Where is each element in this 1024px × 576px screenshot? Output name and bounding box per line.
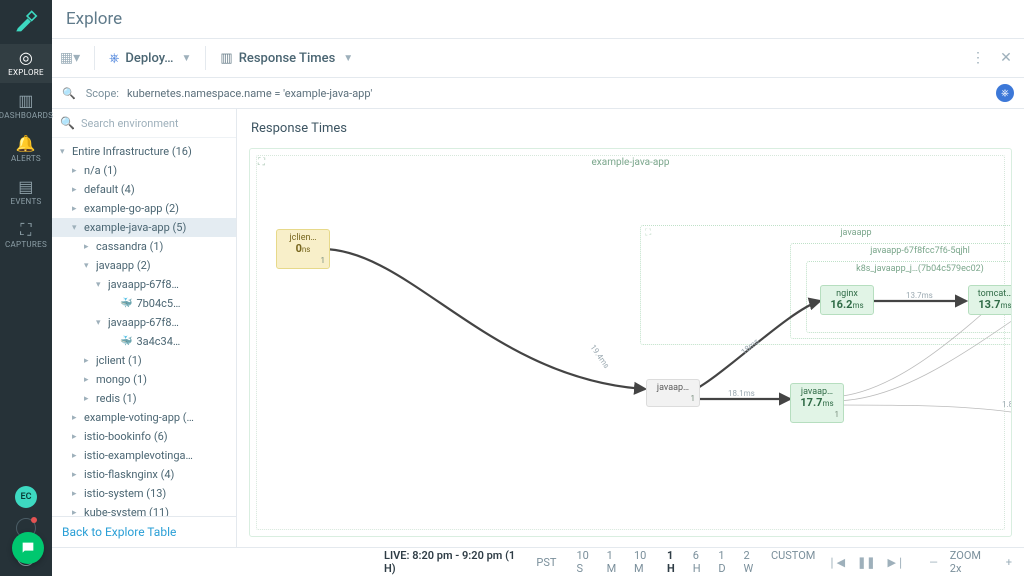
tree-row[interactable]: 🐳7b04c5… — [52, 294, 236, 313]
zoom-in-button[interactable]: + — [1006, 556, 1012, 569]
scope-tree: 🔍 Search environment ▾Entire Infrastruct… — [52, 109, 237, 547]
close-button[interactable]: ✕ — [996, 48, 1016, 68]
time-opt[interactable]: 1 M — [607, 549, 624, 575]
nav-dashboards[interactable]: ▥DASHBOARDS — [0, 87, 52, 126]
svg-text:19.4ms: 19.4ms — [588, 343, 611, 370]
tree-row[interactable]: ▸example-voting-app (… — [52, 408, 236, 427]
tree-row[interactable]: ▸example-go-app (2) — [52, 199, 236, 218]
time-opt[interactable]: CUSTOM — [771, 549, 815, 575]
page-title: Explore — [52, 0, 1024, 39]
scope-bar: 🔍 Scope: kubernetes.namespace.name = 'ex… — [52, 78, 1024, 109]
svg-text:13.7ms: 13.7ms — [906, 291, 933, 300]
pause-button[interactable]: ❚❚ — [857, 556, 875, 569]
tree-row[interactable]: ▸kube-system (11) — [52, 503, 236, 516]
tree-row[interactable]: ▾javaapp (2) — [52, 256, 236, 275]
kubernetes-icon: ⎈ — [109, 51, 119, 66]
more-menu-button[interactable]: ⋮ — [968, 48, 988, 68]
tree-row[interactable]: ▾example-java-app (5) — [52, 218, 236, 237]
time-opt[interactable]: 10 M — [634, 549, 657, 575]
tree-row[interactable]: ▾javaapp-67f8… — [52, 313, 236, 332]
tree-row[interactable]: 🐳3a4c34… — [52, 332, 236, 351]
time-opt[interactable]: 6 H — [693, 549, 709, 575]
next-button[interactable]: ▶❘ — [888, 556, 906, 569]
intercom-button[interactable] — [12, 532, 44, 564]
zoom-out-button[interactable]: — — [929, 556, 938, 569]
zoom-label: ZOOM 2x — [950, 549, 994, 575]
metric-selector[interactable]: ▥ Response Times ▼ — [220, 51, 353, 66]
search-icon[interactable]: 🔍 — [62, 87, 76, 100]
tree-row[interactable]: ▸default (4) — [52, 180, 236, 199]
scope-label: Scope: — [86, 87, 119, 100]
svg-text:18.1ms: 18.1ms — [728, 389, 755, 398]
tree-search[interactable]: 🔍 Search environment — [52, 109, 236, 138]
tree-row[interactable]: ▾javaapp-67f8… — [52, 275, 236, 294]
svg-text:18ms: 18ms — [740, 337, 761, 357]
tree-row[interactable]: ▸istio-bookinfo (6) — [52, 427, 236, 446]
tree-row[interactable]: ▸n/a (1) — [52, 161, 236, 180]
tree-row[interactable]: ▸istio-system (13) — [52, 484, 236, 503]
scope-value[interactable]: kubernetes.namespace.name = 'example-jav… — [127, 87, 372, 100]
tree-row[interactable]: ▸mongo (1) — [52, 370, 236, 389]
chevron-down-icon: ▼ — [343, 53, 353, 64]
time-bar: LIVE: 8:20 pm - 9:20 pm (1 H) PST 10 S1 … — [52, 547, 1024, 576]
node-javaapp-2[interactable]: javaap…17.7ms1 — [790, 383, 844, 423]
user-avatar[interactable]: EC — [15, 486, 37, 508]
time-opt[interactable]: 10 S — [576, 549, 596, 575]
left-rail: ◎EXPLORE ▥DASHBOARDS 🔔ALERTS ▤EVENTS ⛶CAPTUR… — [0, 0, 52, 576]
panel-title: Response Times — [237, 109, 1024, 142]
tree-row[interactable]: ▸istio-flasknginx (4) — [52, 465, 236, 484]
grouping-selector[interactable]: ⎈ Deploy… ▼ — [109, 51, 191, 66]
tree-row[interactable]: ▸cassandra (1) — [52, 237, 236, 256]
time-opt[interactable]: 1 D — [718, 549, 733, 575]
tree-row[interactable]: ▸jclient (1) — [52, 351, 236, 370]
tree-row[interactable]: ▾Entire Infrastructure (16) — [52, 142, 236, 161]
node-nginx[interactable]: nginx16.2ms — [820, 285, 874, 315]
toolbar: ▦▾ ⎈ Deploy… ▼ ▥ Response Times ▼ ⋮ ✕ — [52, 39, 1024, 78]
groupby-icon[interactable]: ▦▾ — [60, 48, 80, 68]
node-javaapp-grey[interactable]: javaap…1 — [646, 379, 700, 407]
time-opt[interactable]: 2 W — [744, 549, 761, 575]
search-icon: 🔍 — [60, 116, 75, 130]
tree-row[interactable]: ▸istio-examplevotinga… — [52, 446, 236, 465]
product-logo[interactable] — [12, 6, 40, 34]
node-jclient[interactable]: jclien…0ns1 — [276, 229, 330, 269]
node-tomcat[interactable]: tomcat…13.7ms — [968, 285, 1012, 315]
back-link[interactable]: Back to Explore Table — [52, 516, 236, 547]
chevron-down-icon: ▼ — [182, 53, 192, 64]
nav-events[interactable]: ▤EVENTS — [0, 173, 52, 212]
prev-button[interactable]: ❘◀ — [827, 556, 845, 569]
svg-text:1.81ms: 1.81ms — [1002, 400, 1011, 409]
time-opt[interactable]: 1 H — [667, 549, 683, 575]
kubernetes-badge-icon[interactable]: ⎈ — [996, 84, 1014, 102]
tree-row[interactable]: ▸redis (1) — [52, 389, 236, 408]
nav-explore[interactable]: ◎EXPLORE — [0, 44, 52, 83]
nav-captures[interactable]: ⛶CAPTURES — [0, 216, 52, 255]
chart-icon: ▥ — [220, 51, 232, 66]
nav-alerts[interactable]: 🔔ALERTS — [0, 130, 52, 169]
topology-graph[interactable]: ⛶ example-java-app ⛶ javaapp javaapp-67f… — [249, 148, 1012, 537]
